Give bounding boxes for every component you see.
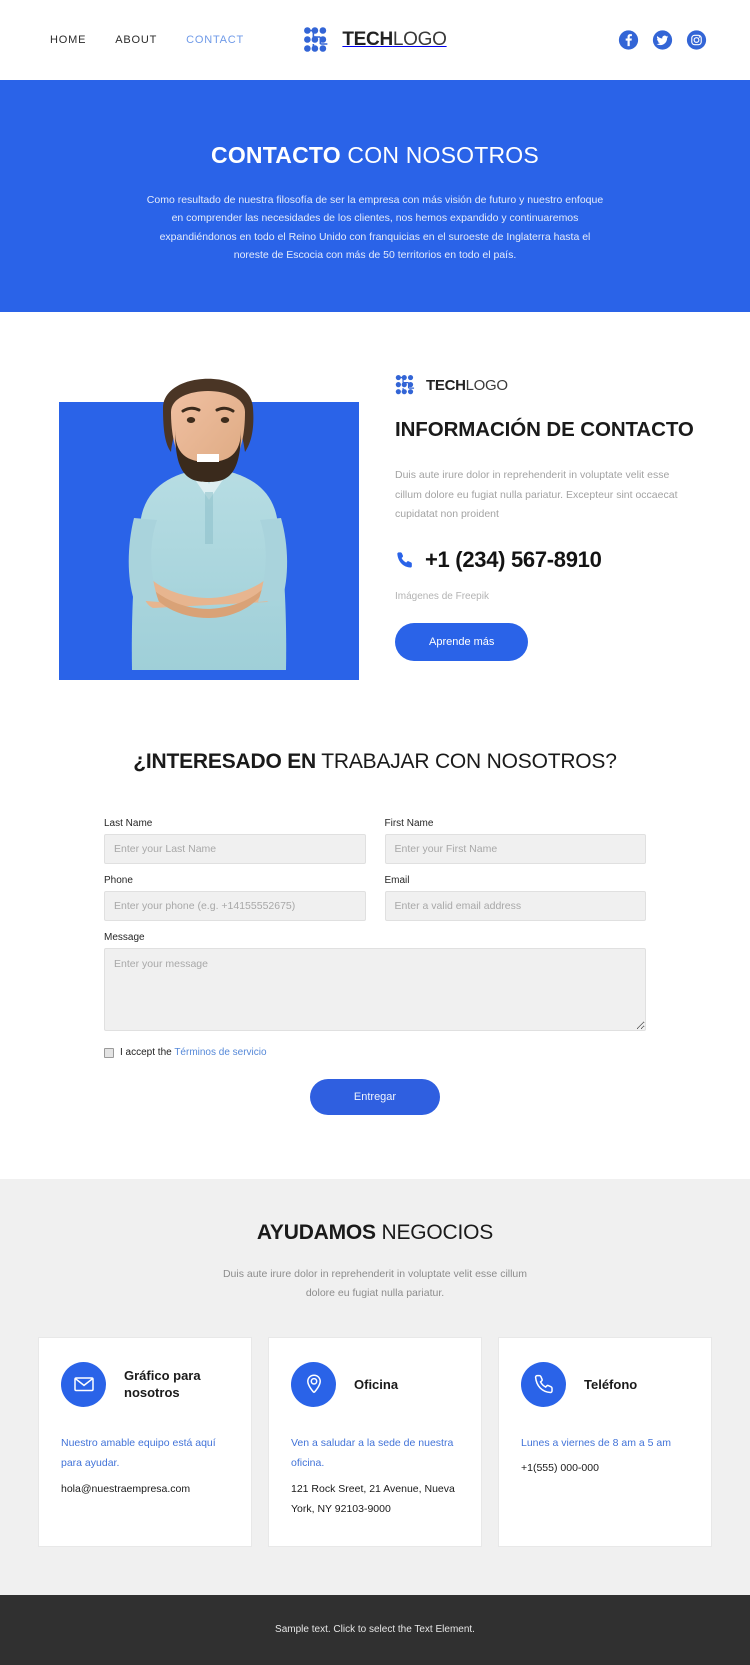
facebook-icon (618, 30, 639, 50)
form-title-bold: ¿INTERESADO EN (133, 750, 316, 773)
form-title-light: TRABAJAR CON NOSOTROS? (315, 750, 617, 773)
field-group-email: Email (384, 875, 646, 921)
logo-bold: TECH (426, 376, 466, 394)
instagram-icon (686, 30, 707, 50)
main-navigation: HOME ABOUT CONTACT (50, 34, 244, 46)
techlogo-dots-icon (304, 27, 328, 52)
image-credit-prefix: Imágenes de (395, 590, 453, 602)
contact-phone-number: +1 (234) 567-8910 (425, 546, 602, 572)
card-title: Gráfico para nosotros (124, 1367, 201, 1401)
contact-info-section: TECHLOGO INFORMACIÓN DE CONTACTO Duis au… (0, 312, 750, 712)
help-subtitle: Duis aute irure dolor in reprehenderit i… (222, 1268, 528, 1299)
site-header: HOME ABOUT CONTACT TECHLOGO (0, 0, 750, 80)
contact-phone-row[interactable]: +1 (234) 567-8910 (395, 547, 695, 573)
terms-prefix: I accept the (120, 1047, 172, 1058)
phone-icon (521, 1361, 566, 1407)
contact-person-photo (128, 378, 288, 670)
field-group-first-name: First Name (384, 818, 646, 864)
twitter-icon (652, 30, 673, 50)
card-detail: hola@nuestraempresa.com (61, 1482, 191, 1495)
card-title: Teléfono (584, 1376, 638, 1392)
learn-more-button[interactable]: Aprende más (395, 622, 529, 661)
submit-row: Entregar (104, 1079, 646, 1115)
last-name-input[interactable] (104, 834, 366, 864)
techlogo-dots-icon (395, 374, 415, 395)
help-card-email: Gráfico para nosotros Nuestro amable equ… (38, 1336, 252, 1547)
field-group-phone: Phone (104, 875, 366, 921)
social-link-twitter[interactable] (652, 30, 673, 51)
phone-label: Phone (104, 875, 133, 886)
contact-logo-text: TECHLOGO (426, 377, 508, 394)
help-title-bold: AYUDAMOS (256, 1221, 376, 1244)
site-footer: Sample text. Click to select the Text El… (0, 1594, 750, 1665)
image-credit-source[interactable]: Freepik (456, 591, 489, 602)
contact-info-logo: TECHLOGO (395, 374, 695, 396)
social-link-instagram[interactable] (686, 30, 707, 51)
site-logo-text: TECHLOGO (342, 29, 447, 51)
field-group-last-name: Last Name (104, 818, 366, 864)
help-cards: Gráfico para nosotros Nuestro amable equ… (0, 1336, 750, 1547)
nav-link-contact[interactable]: CONTACT (186, 34, 244, 46)
hero-title: CONTACTO CON NOSOTROS (0, 142, 750, 169)
image-credit: Imágenes de Freepik (395, 591, 695, 602)
card-lead: Ven a saludar a la sede de nuestra ofici… (291, 1436, 454, 1470)
field-group-message: Message (104, 932, 646, 1036)
email-label: Email (384, 875, 410, 886)
terms-checkbox[interactable] (104, 1047, 114, 1058)
map-pin-icon (291, 1361, 336, 1407)
contact-info-title: INFORMACIÓN DE CONTACTO (395, 418, 694, 441)
contact-photo-wrap (59, 350, 359, 680)
first-name-label: First Name (384, 818, 434, 829)
terms-text: I accept the Términos de servicio (120, 1047, 267, 1058)
hero-paragraph: Como resultado de nuestra filosofía de s… (146, 194, 604, 262)
hero-section: CONTACTO CON NOSOTROS Como resultado de … (0, 80, 750, 312)
card-detail: +1(555) 000-000 (521, 1462, 599, 1475)
card-lead: Lunes a viernes de 8 am a 5 am (521, 1436, 672, 1449)
message-textarea[interactable] (104, 948, 646, 1031)
card-detail: 121 Rock Sreet, 21 Avenue, Nueva York, N… (291, 1482, 455, 1516)
contact-info-paragraph: Duis aute irure dolor in reprehenderit i… (395, 469, 678, 521)
last-name-label: Last Name (104, 818, 153, 829)
social-link-facebook[interactable] (618, 30, 639, 51)
contact-info-body: TECHLOGO INFORMACIÓN DE CONTACTO Duis au… (395, 350, 695, 661)
logo-bold: TECH (342, 29, 393, 50)
hero-title-light: CON NOSOTROS (340, 142, 539, 168)
help-title: AYUDAMOS NEGOCIOS (0, 1221, 750, 1245)
card-header: Teléfono (521, 1361, 689, 1407)
card-header: Gráfico para nosotros (61, 1361, 229, 1407)
message-label: Message (104, 932, 145, 943)
email-input[interactable] (384, 891, 646, 921)
hero-title-bold: CONTACTO (211, 142, 341, 168)
help-title-light: NEGOCIOS (375, 1221, 494, 1244)
footer-text[interactable]: Sample text. Click to select the Text El… (275, 1624, 475, 1635)
card-lead: Nuestro amable equipo está aquí para ayu… (61, 1436, 216, 1470)
phone-input[interactable] (104, 891, 366, 921)
card-title: Oficina (354, 1376, 399, 1392)
terms-accept-row[interactable]: I accept the Términos de servicio (104, 1047, 646, 1058)
envelope-icon (61, 1361, 106, 1407)
site-logo[interactable]: TECHLOGO (303, 26, 447, 54)
logo-light: LOGO (465, 376, 508, 394)
form-title: ¿INTERESADO EN TRABAJAR CON NOSOTROS? (0, 750, 750, 774)
help-section: AYUDAMOS NEGOCIOS Duis aute irure dolor … (0, 1179, 750, 1595)
card-header: Oficina (291, 1361, 459, 1407)
terms-link[interactable]: Términos de servicio (174, 1047, 266, 1058)
first-name-input[interactable] (384, 834, 646, 864)
logo-light: LOGO (392, 29, 447, 50)
social-links (618, 30, 707, 51)
contact-form-section: ¿INTERESADO EN TRABAJAR CON NOSOTROS? La… (0, 712, 750, 1179)
submit-button[interactable]: Entregar (309, 1079, 441, 1115)
nav-link-about[interactable]: ABOUT (115, 34, 157, 46)
nav-link-home[interactable]: HOME (50, 34, 86, 46)
help-card-phone: Teléfono Lunes a viernes de 8 am a 5 am … (498, 1336, 712, 1547)
phone-icon (397, 551, 412, 568)
contact-form: Last Name First Name Phone Email Message (104, 818, 646, 1115)
help-card-office: Oficina Ven a saludar a la sede de nuest… (268, 1336, 482, 1547)
